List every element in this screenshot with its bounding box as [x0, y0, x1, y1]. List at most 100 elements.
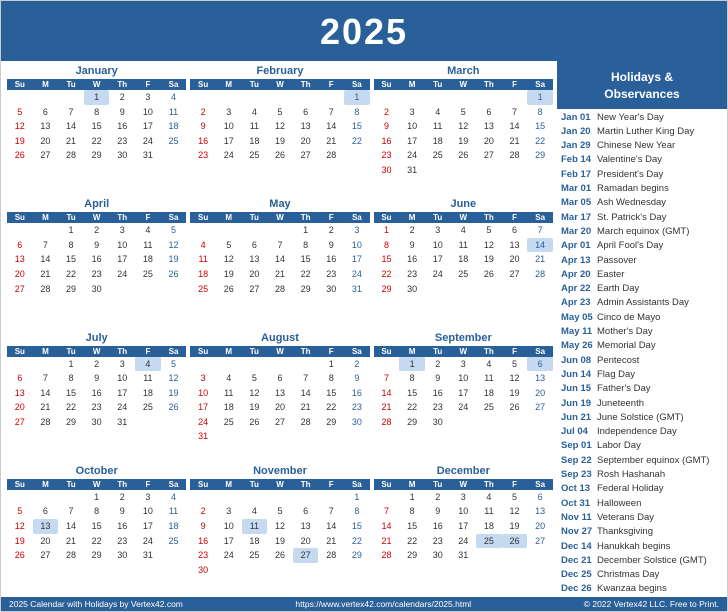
day-cell[interactable]: 31 [135, 548, 161, 563]
day-cell[interactable]: 19 [476, 252, 502, 267]
day-cell[interactable]: 12 [502, 371, 528, 386]
day-cell[interactable]: 6 [502, 223, 528, 238]
day-cell[interactable]: 10 [451, 504, 477, 519]
day-cell[interactable]: 30 [84, 415, 110, 430]
day-cell[interactable]: 23 [318, 267, 344, 282]
day-cell[interactable]: 10 [216, 119, 242, 134]
day-cell[interactable]: 29 [374, 282, 400, 297]
day-cell[interactable]: 11 [190, 252, 216, 267]
day-cell[interactable]: 2 [84, 357, 110, 372]
day-cell[interactable]: 3 [344, 223, 370, 238]
day-cell[interactable]: 15 [344, 119, 370, 134]
day-cell[interactable]: 22 [399, 534, 425, 549]
day-cell[interactable]: 8 [318, 371, 344, 386]
day-cell[interactable]: 11 [476, 371, 502, 386]
day-cell[interactable]: 15 [84, 519, 110, 534]
day-cell[interactable]: 17 [399, 134, 425, 149]
day-cell[interactable]: 25 [476, 400, 502, 415]
day-cell[interactable]: 3 [216, 504, 242, 519]
day-cell[interactable]: 12 [7, 119, 33, 134]
day-cell[interactable]: 31 [451, 548, 477, 563]
day-cell[interactable]: 29 [84, 148, 110, 163]
day-cell[interactable]: 10 [399, 119, 425, 134]
day-cell[interactable]: 20 [33, 134, 59, 149]
day-cell[interactable]: 25 [161, 134, 187, 149]
day-cell[interactable]: 7 [374, 504, 400, 519]
day-cell[interactable]: 18 [135, 386, 161, 401]
day-cell[interactable]: 17 [135, 119, 161, 134]
day-cell[interactable]: 24 [399, 148, 425, 163]
day-cell[interactable]: 18 [216, 400, 242, 415]
day-cell[interactable]: 29 [527, 148, 553, 163]
day-cell[interactable]: 25 [135, 400, 161, 415]
day-cell[interactable]: 14 [33, 386, 59, 401]
day-cell[interactable]: 9 [109, 504, 135, 519]
day-cell[interactable]: 21 [267, 267, 293, 282]
day-cell[interactable]: 17 [451, 386, 477, 401]
day-cell[interactable]: 22 [293, 267, 319, 282]
day-cell[interactable]: 30 [109, 148, 135, 163]
day-cell[interactable]: 31 [344, 282, 370, 297]
day-cell[interactable]: 27 [7, 282, 33, 297]
day-cell[interactable]: 12 [451, 119, 477, 134]
day-cell[interactable]: 27 [7, 415, 33, 430]
day-cell[interactable]: 15 [527, 119, 553, 134]
day-cell[interactable]: 3 [425, 223, 451, 238]
day-cell[interactable]: 18 [161, 519, 187, 534]
day-cell[interactable]: 24 [135, 534, 161, 549]
day-cell[interactable]: 29 [318, 415, 344, 430]
day-cell[interactable]: 9 [425, 504, 451, 519]
day-cell[interactable]: 21 [318, 534, 344, 549]
day-cell[interactable]: 22 [399, 400, 425, 415]
day-cell[interactable]: 12 [7, 519, 33, 534]
day-cell[interactable]: 6 [33, 504, 59, 519]
day-cell[interactable]: 15 [374, 252, 400, 267]
day-cell[interactable]: 18 [476, 386, 502, 401]
day-cell[interactable]: 26 [476, 267, 502, 282]
day-cell[interactable]: 8 [84, 504, 110, 519]
day-cell[interactable]: 28 [502, 148, 528, 163]
day-cell[interactable]: 6 [33, 105, 59, 120]
day-cell[interactable]: 9 [425, 371, 451, 386]
day-cell[interactable]: 21 [33, 400, 59, 415]
day-cell[interactable]: 6 [476, 105, 502, 120]
day-cell[interactable]: 8 [399, 504, 425, 519]
day-cell[interactable]: 13 [293, 119, 319, 134]
day-cell[interactable]: 29 [58, 282, 84, 297]
day-cell[interactable]: 12 [476, 238, 502, 253]
day-cell[interactable]: 28 [374, 415, 400, 430]
day-cell[interactable]: 14 [318, 119, 344, 134]
day-cell[interactable]: 10 [216, 519, 242, 534]
day-cell[interactable]: 17 [135, 519, 161, 534]
day-cell[interactable]: 16 [374, 134, 400, 149]
day-cell[interactable]: 2 [344, 357, 370, 372]
day-cell[interactable]: 20 [502, 252, 528, 267]
day-cell[interactable]: 27 [33, 548, 59, 563]
day-cell[interactable]: 21 [318, 134, 344, 149]
day-cell[interactable]: 21 [527, 252, 553, 267]
day-cell[interactable]: 16 [190, 534, 216, 549]
day-cell[interactable]: 1 [58, 357, 84, 372]
day-cell[interactable]: 28 [318, 148, 344, 163]
day-cell[interactable]: 10 [109, 371, 135, 386]
day-cell[interactable]: 27 [33, 148, 59, 163]
day-cell[interactable]: 7 [374, 371, 400, 386]
day-cell[interactable]: 25 [135, 267, 161, 282]
day-cell[interactable]: 1 [527, 90, 553, 105]
day-cell[interactable]: 4 [190, 238, 216, 253]
day-cell[interactable]: 10 [109, 238, 135, 253]
day-cell[interactable]: 3 [109, 357, 135, 372]
day-cell[interactable]: 27 [267, 415, 293, 430]
day-cell[interactable]: 11 [135, 238, 161, 253]
day-cell[interactable]: 28 [318, 548, 344, 563]
day-cell[interactable]: 16 [425, 519, 451, 534]
day-cell[interactable]: 5 [476, 223, 502, 238]
day-cell[interactable]: 31 [399, 163, 425, 178]
day-cell[interactable]: 16 [109, 119, 135, 134]
day-cell[interactable]: 4 [242, 105, 268, 120]
day-cell[interactable]: 28 [267, 282, 293, 297]
day-cell[interactable]: 16 [318, 252, 344, 267]
day-cell[interactable]: 11 [216, 386, 242, 401]
day-cell[interactable]: 26 [161, 267, 187, 282]
day-cell[interactable]: 6 [7, 371, 33, 386]
